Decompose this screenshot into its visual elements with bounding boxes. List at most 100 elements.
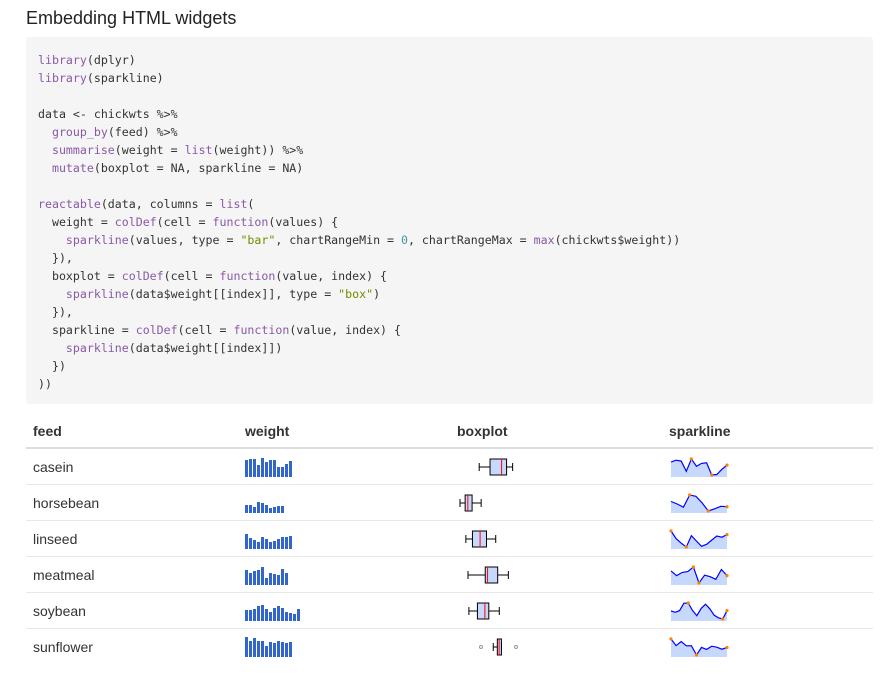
sparkline-min-spot xyxy=(706,508,710,513)
column-header-weight[interactable]: weight xyxy=(238,423,450,439)
code-line: )) xyxy=(38,377,52,391)
code-line: weight = colDef(cell = function(values) … xyxy=(38,215,339,229)
boxplot-sparkline xyxy=(467,566,509,583)
weight-bar xyxy=(261,457,264,477)
table-row: meatmeal xyxy=(26,557,873,593)
code-line: reactable(data, columns = list( xyxy=(38,197,255,211)
table-row: horsebean xyxy=(26,485,873,521)
line-sparkline xyxy=(670,492,729,513)
weight-bar-sparkline xyxy=(245,457,292,477)
weight-bar xyxy=(297,608,300,621)
code-block: library(dplyr) library(sparkline) data <… xyxy=(26,37,873,404)
code-line: data <- chickwts %>% xyxy=(38,107,178,121)
cell-boxplot xyxy=(450,521,662,556)
code-line: }), xyxy=(38,251,73,265)
code-line: group_by(feed) %>% xyxy=(51,125,178,139)
code-line: library(sparkline) xyxy=(38,71,164,85)
sparkline-max-spot xyxy=(669,528,673,533)
sparkline-end-spot xyxy=(725,463,729,467)
weight-bar xyxy=(273,506,276,513)
code-line: sparkline(data$weight[[index]]) xyxy=(65,341,283,355)
weight-bar xyxy=(269,572,272,585)
cell-boxplot xyxy=(450,629,662,664)
weight-bar xyxy=(245,504,248,513)
cell-weight xyxy=(238,449,450,484)
weight-bar xyxy=(265,577,268,585)
cell-sparkline xyxy=(662,557,873,592)
weight-bar xyxy=(285,642,288,657)
column-header-boxplot[interactable]: boxplot xyxy=(450,423,662,439)
weight-bar xyxy=(253,637,256,657)
sparkline-min-spot xyxy=(710,472,714,477)
table-row: soybean xyxy=(26,593,873,629)
weight-bar xyxy=(245,609,248,621)
weight-bar xyxy=(257,464,260,477)
weight-bar xyxy=(293,613,296,621)
boxplot-box xyxy=(464,494,473,511)
sparkline-area xyxy=(671,494,727,513)
sparkline-area xyxy=(671,458,727,477)
weight-bar xyxy=(269,507,272,513)
weight-bar xyxy=(249,458,252,477)
weight-bar xyxy=(249,609,252,621)
boxplot-box xyxy=(471,530,487,547)
sparkline-max-spot xyxy=(688,492,692,497)
weight-bar xyxy=(265,504,268,513)
code-listing: library(dplyr) library(sparkline) data <… xyxy=(38,51,861,393)
cell-weight xyxy=(238,485,450,520)
page-title: Embedding HTML widgets xyxy=(26,8,237,28)
table-body: casein horsebean linseed meatmeal soybean sun… xyxy=(26,449,873,664)
weight-bar xyxy=(273,642,276,657)
weight-bar xyxy=(277,505,280,513)
cell-sparkline xyxy=(662,485,873,520)
boxplot-sparkline xyxy=(478,638,518,655)
code-line: sparkline(values, type = "bar", chartRan… xyxy=(65,233,681,247)
cell-boxplot xyxy=(450,485,662,520)
sparkline-end-spot xyxy=(725,645,729,649)
boxplot-sparkline xyxy=(465,530,497,547)
weight-bar xyxy=(277,640,280,657)
cell-feed: linseed xyxy=(33,530,78,547)
boxplot-box xyxy=(476,602,490,619)
boxplot-outlier xyxy=(478,644,483,649)
code-line: }), xyxy=(38,305,73,319)
cell-sparkline xyxy=(662,629,873,664)
sparkline-min-spot xyxy=(697,580,701,585)
column-header-feed[interactable]: feed xyxy=(26,423,238,439)
weight-bar xyxy=(281,607,284,621)
weight-bar xyxy=(273,607,276,621)
column-header-sparkline[interactable]: sparkline xyxy=(662,423,873,439)
table-header: feed weight boxplot sparkline xyxy=(26,414,873,449)
boxplot-sparkline xyxy=(468,602,500,619)
weight-bar xyxy=(285,572,288,585)
weight-bar xyxy=(289,460,292,477)
sparkline-max-spot xyxy=(686,600,690,605)
cell-feed: soybean xyxy=(33,602,86,619)
cell-sparkline xyxy=(662,593,873,628)
weight-bar xyxy=(257,501,260,513)
cell-boxplot xyxy=(450,557,662,592)
cell-weight xyxy=(238,521,450,556)
weight-bar xyxy=(257,569,260,585)
weight-bar-sparkline xyxy=(245,566,288,585)
line-sparkline xyxy=(669,528,729,549)
weight-bar xyxy=(261,604,264,621)
table-row: linseed xyxy=(26,521,873,557)
cell-weight xyxy=(238,629,450,664)
cell-boxplot xyxy=(450,593,662,628)
code-line: boxplot = colDef(cell = function(value, … xyxy=(38,269,388,283)
code-line: sparkline(data$weight[[index]], type = "… xyxy=(65,287,381,301)
weight-bar xyxy=(245,569,248,585)
weight-bar xyxy=(281,505,284,513)
code-line: }) xyxy=(38,359,66,373)
weight-bar xyxy=(253,458,256,477)
weight-bar xyxy=(281,536,284,549)
weight-bar xyxy=(269,641,272,657)
weight-bar xyxy=(265,461,268,477)
line-sparkline xyxy=(670,456,729,477)
weight-bar xyxy=(273,459,276,477)
weight-bar xyxy=(253,570,256,585)
sparkline-end-spot xyxy=(725,532,729,536)
weight-bar xyxy=(261,566,264,585)
weight-bar xyxy=(281,466,284,477)
